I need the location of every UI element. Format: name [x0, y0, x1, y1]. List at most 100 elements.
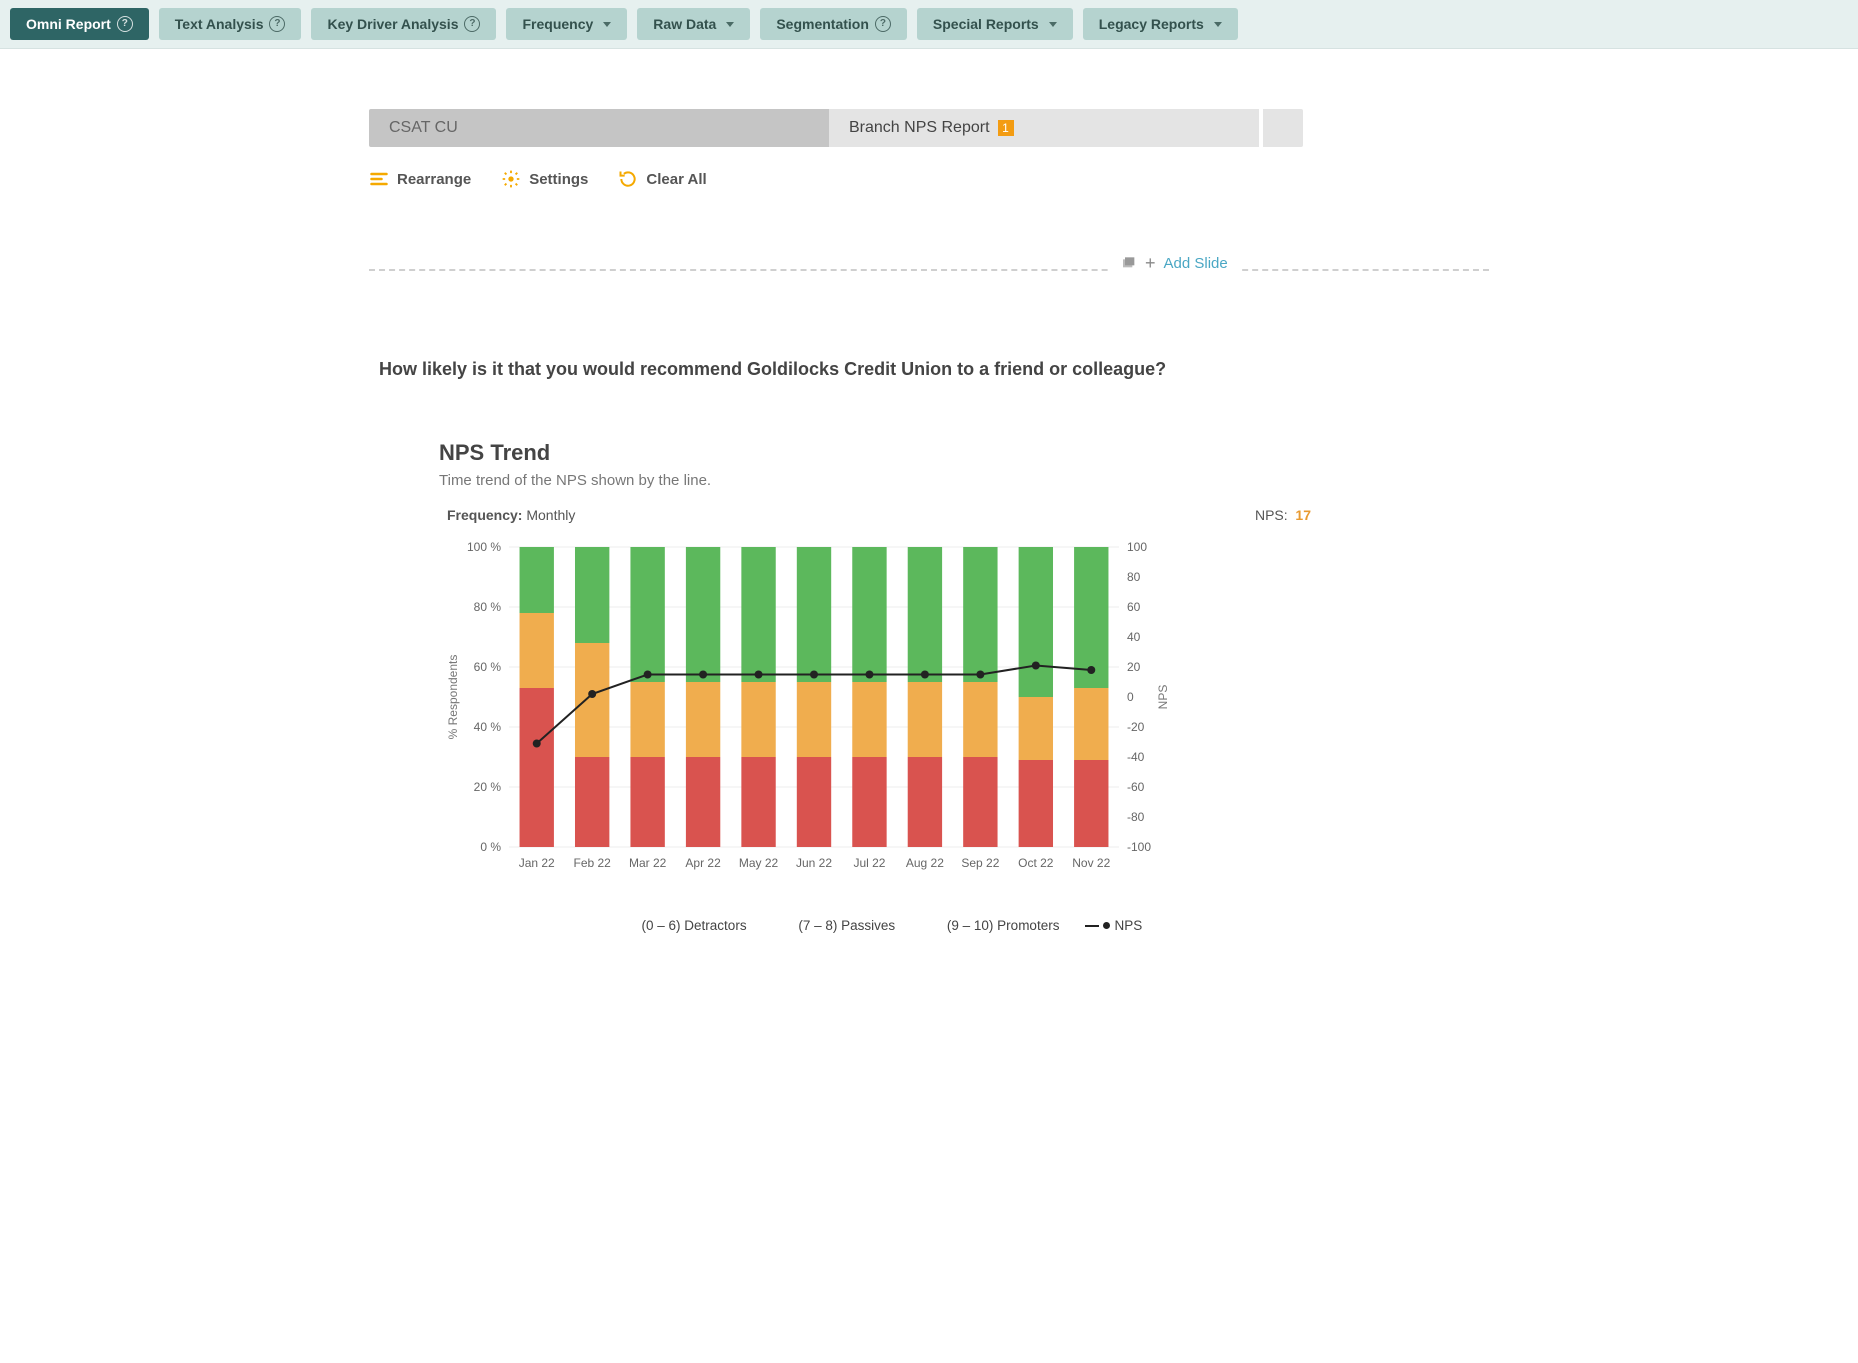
top-nav: Omni Report ? Text Analysis ? Key Driver… [0, 0, 1858, 49]
svg-text:Apr 22: Apr 22 [685, 856, 721, 870]
breadcrumb-report-label: Branch NPS Report [849, 119, 990, 137]
legend-nps-label: NPS [1114, 918, 1142, 933]
legend-passives: (7 – 8) Passives [773, 918, 896, 933]
chevron-down-icon [1214, 22, 1222, 27]
chart-legend: (0 – 6) Detractors (7 – 8) Passives (9 –… [439, 918, 1319, 933]
svg-text:60: 60 [1127, 600, 1141, 614]
nav-omni-report[interactable]: Omni Report ? [10, 8, 149, 40]
chart-card: NPS Trend Time trend of the NPS shown by… [439, 440, 1319, 933]
nav-frequency[interactable]: Frequency [506, 8, 627, 40]
nav-label: Text Analysis [175, 16, 264, 32]
legend-detractors-label: (0 – 6) Detractors [642, 918, 747, 933]
settings-button[interactable]: Settings [501, 169, 588, 189]
svg-text:40: 40 [1127, 630, 1141, 644]
chart-plot: 0 %20 %40 %60 %80 %100 %-100-80-60-40-20… [439, 537, 1319, 900]
share-button[interactable] [1263, 109, 1303, 147]
svg-text:0 %: 0 % [480, 840, 501, 854]
divider-line [369, 269, 1489, 271]
nav-label: Frequency [522, 16, 593, 32]
legend-promoters-label: (9 – 10) Promoters [947, 918, 1060, 933]
legend-swatch-yellow [773, 920, 789, 932]
nav-legacy-reports[interactable]: Legacy Reports [1083, 8, 1238, 40]
rearrange-label: Rearrange [397, 171, 471, 188]
svg-text:Feb 22: Feb 22 [574, 856, 612, 870]
chart-subtitle: Time trend of the NPS shown by the line. [439, 472, 1319, 489]
report-toolbar: Rearrange Settings Clear All [369, 169, 1489, 189]
plus-icon: + [1145, 253, 1156, 274]
svg-text:May 22: May 22 [739, 856, 779, 870]
breadcrumb-source[interactable]: CSAT CU [369, 109, 829, 147]
chart-nps-label: NPS: [1255, 507, 1288, 523]
nav-special-reports[interactable]: Special Reports [917, 8, 1073, 40]
chart-nps-value: 17 [1295, 507, 1311, 523]
rearrange-icon [369, 169, 389, 189]
svg-text:0: 0 [1127, 690, 1134, 704]
svg-text:Mar 22: Mar 22 [629, 856, 667, 870]
svg-text:Jan 22: Jan 22 [519, 856, 555, 870]
nav-label: Legacy Reports [1099, 16, 1204, 32]
chart-nps-summary: NPS: 17 [1255, 507, 1311, 523]
settings-label: Settings [529, 171, 588, 188]
svg-text:100: 100 [1127, 540, 1147, 554]
breadcrumb-source-label: CSAT CU [389, 119, 458, 137]
chart-frequency-value: Monthly [526, 507, 575, 523]
svg-text:Jun 22: Jun 22 [796, 856, 832, 870]
help-icon: ? [875, 16, 891, 32]
chart-meta: Frequency: Monthly NPS: 17 [447, 507, 1311, 523]
page: CSAT CU Branch NPS Report 1 Rearrange [289, 109, 1569, 973]
svg-text:80: 80 [1127, 570, 1141, 584]
add-slide-button[interactable]: + Add Slide [1109, 253, 1240, 274]
nav-text-analysis[interactable]: Text Analysis ? [159, 8, 302, 40]
slide-icon [1121, 256, 1137, 272]
svg-text:80 %: 80 % [474, 600, 502, 614]
report-badge: 1 [998, 120, 1014, 136]
svg-text:20: 20 [1127, 660, 1141, 674]
legend-detractors: (0 – 6) Detractors [616, 918, 747, 933]
legend-dot-icon [1103, 922, 1110, 929]
help-icon: ? [269, 16, 285, 32]
svg-text:Oct 22: Oct 22 [1018, 856, 1054, 870]
svg-text:Sep 22: Sep 22 [961, 856, 999, 870]
svg-text:40 %: 40 % [474, 720, 502, 734]
chart-frequency: Frequency: Monthly [447, 507, 575, 523]
nav-key-driver[interactable]: Key Driver Analysis ? [311, 8, 496, 40]
svg-text:-40: -40 [1127, 750, 1145, 764]
nav-label: Special Reports [933, 16, 1039, 32]
nav-label: Omni Report [26, 16, 111, 32]
breadcrumb: CSAT CU Branch NPS Report 1 [369, 109, 1489, 147]
chevron-down-icon [603, 22, 611, 27]
legend-swatch-red [616, 920, 632, 932]
svg-text:-80: -80 [1127, 810, 1145, 824]
gear-icon [501, 169, 521, 189]
clear-all-label: Clear All [646, 171, 706, 188]
legend-swatch-green [921, 920, 937, 932]
chart-svg: 0 %20 %40 %60 %80 %100 %-100-80-60-40-20… [439, 537, 1179, 897]
svg-text:-20: -20 [1127, 720, 1145, 734]
clear-all-button[interactable]: Clear All [618, 169, 706, 189]
chart-title: NPS Trend [439, 440, 1319, 466]
chevron-down-icon [1049, 22, 1057, 27]
add-slide-label: Add Slide [1164, 255, 1228, 272]
chevron-down-icon [726, 22, 734, 27]
svg-text:60 %: 60 % [474, 660, 502, 674]
svg-text:Aug 22: Aug 22 [906, 856, 944, 870]
svg-text:-100: -100 [1127, 840, 1151, 854]
slide-divider: + Add Slide [369, 259, 1489, 279]
breadcrumb-report[interactable]: Branch NPS Report 1 [829, 109, 1259, 147]
nav-label: Key Driver Analysis [327, 16, 458, 32]
svg-text:NPS: NPS [1156, 685, 1170, 710]
nav-segmentation[interactable]: Segmentation ? [760, 8, 907, 40]
svg-text:Jul 22: Jul 22 [853, 856, 885, 870]
legend-passives-label: (7 – 8) Passives [798, 918, 895, 933]
nav-raw-data[interactable]: Raw Data [637, 8, 750, 40]
chart-frequency-label: Frequency: [447, 507, 522, 523]
help-icon: ? [117, 16, 133, 32]
legend-promoters: (9 – 10) Promoters [921, 918, 1059, 933]
rearrange-button[interactable]: Rearrange [369, 169, 471, 189]
svg-text:100 %: 100 % [467, 540, 501, 554]
svg-text:% Respondents: % Respondents [446, 655, 460, 740]
legend-line-icon [1085, 925, 1099, 927]
nav-label: Segmentation [776, 16, 869, 32]
nav-label: Raw Data [653, 16, 716, 32]
legend-nps: NPS [1085, 918, 1142, 933]
